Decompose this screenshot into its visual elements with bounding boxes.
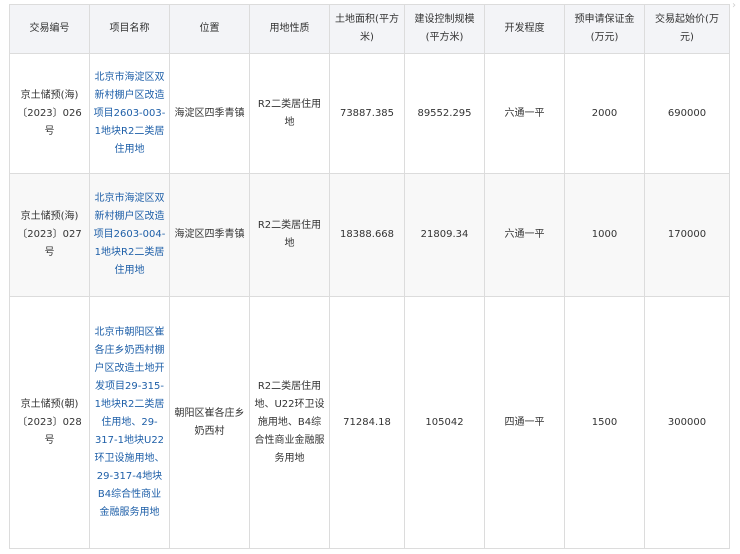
header-land-use: 用地性质: [249, 4, 330, 54]
cell-project-name[interactable]: 北京市海淀区双新村棚户区改造项目2603-003-1地块R2二类居住用地: [89, 53, 170, 174]
header-start-price: 交易起始价(万元): [644, 4, 730, 54]
header-project-name: 项目名称: [89, 4, 170, 54]
cell-start-price: 690000: [644, 53, 730, 174]
cell-location: 朝阳区崔各庄乡奶西村: [169, 296, 250, 549]
cell-location: 海淀区四季青镇: [169, 173, 250, 297]
cell-land-use: R2二类居住用地、U22环卫设施用地、B4综合性商业金融服务用地: [249, 296, 330, 549]
header-build-scale: 建设控制规模(平方米): [404, 4, 485, 54]
cell-deposit: 1500: [564, 296, 645, 549]
cell-deposit: 2000: [564, 53, 645, 174]
header-row: 交易编号 项目名称 位置 用地性质 土地面积(平方米) 建设控制规模(平方米) …: [9, 4, 730, 54]
header-trade-id: 交易编号: [9, 4, 90, 54]
cell-location: 海淀区四季青镇: [169, 53, 250, 174]
cell-land-use: R2二类居住用地: [249, 53, 330, 174]
cell-deposit: 1000: [564, 173, 645, 297]
cell-development-level: 六通一平: [484, 173, 565, 297]
cell-trade-id: 京土储预(海)〔2023〕026号: [9, 53, 90, 174]
table-row: 京土储预(朝)〔2023〕028号 北京市朝阳区崔各庄乡奶西村棚户区改造土地开发…: [9, 296, 730, 549]
cell-start-price: 300000: [644, 296, 730, 549]
cell-start-price: 170000: [644, 173, 730, 297]
cell-trade-id: 京土储预(朝)〔2023〕028号: [9, 296, 90, 549]
table-row: 京土储预(海)〔2023〕027号 北京市海淀区双新村棚户区改造项目2603-0…: [9, 173, 730, 297]
cell-land-area: 71284.18: [329, 296, 405, 549]
cell-land-area: 73887.385: [329, 53, 405, 174]
cell-trade-id: 京土储预(海)〔2023〕027号: [9, 173, 90, 297]
cell-project-name[interactable]: 北京市海淀区双新村棚户区改造项目2603-004-1地块R2二类居住用地: [89, 173, 170, 297]
header-development-level: 开发程度: [484, 4, 565, 54]
header-land-area: 土地面积(平方米): [329, 4, 405, 54]
cell-development-level: 四通一平: [484, 296, 565, 549]
table-header: 交易编号 项目名称 位置 用地性质 土地面积(平方米) 建设控制规模(平方米) …: [9, 4, 730, 54]
header-location: 位置: [169, 4, 250, 54]
cell-development-level: 六通一平: [484, 53, 565, 174]
corner-mark-icon: ›: [732, 0, 736, 11]
cell-land-use: R2二类居住用地: [249, 173, 330, 297]
cell-build-scale: 21809.34: [404, 173, 485, 297]
cell-land-area: 18388.668: [329, 173, 405, 297]
table-row: 京土储预(海)〔2023〕026号 北京市海淀区双新村棚户区改造项目2603-0…: [9, 53, 730, 174]
land-auction-table: 交易编号 项目名称 位置 用地性质 土地面积(平方米) 建设控制规模(平方米) …: [9, 4, 730, 549]
cell-build-scale: 105042: [404, 296, 485, 549]
cell-project-name[interactable]: 北京市朝阳区崔各庄乡奶西村棚户区改造土地开发项目29-315-1地块R2二类居住…: [89, 296, 170, 549]
cell-build-scale: 89552.295: [404, 53, 485, 174]
header-deposit: 预申请保证金(万元): [564, 4, 645, 54]
table-body: 京土储预(海)〔2023〕026号 北京市海淀区双新村棚户区改造项目2603-0…: [9, 53, 730, 549]
